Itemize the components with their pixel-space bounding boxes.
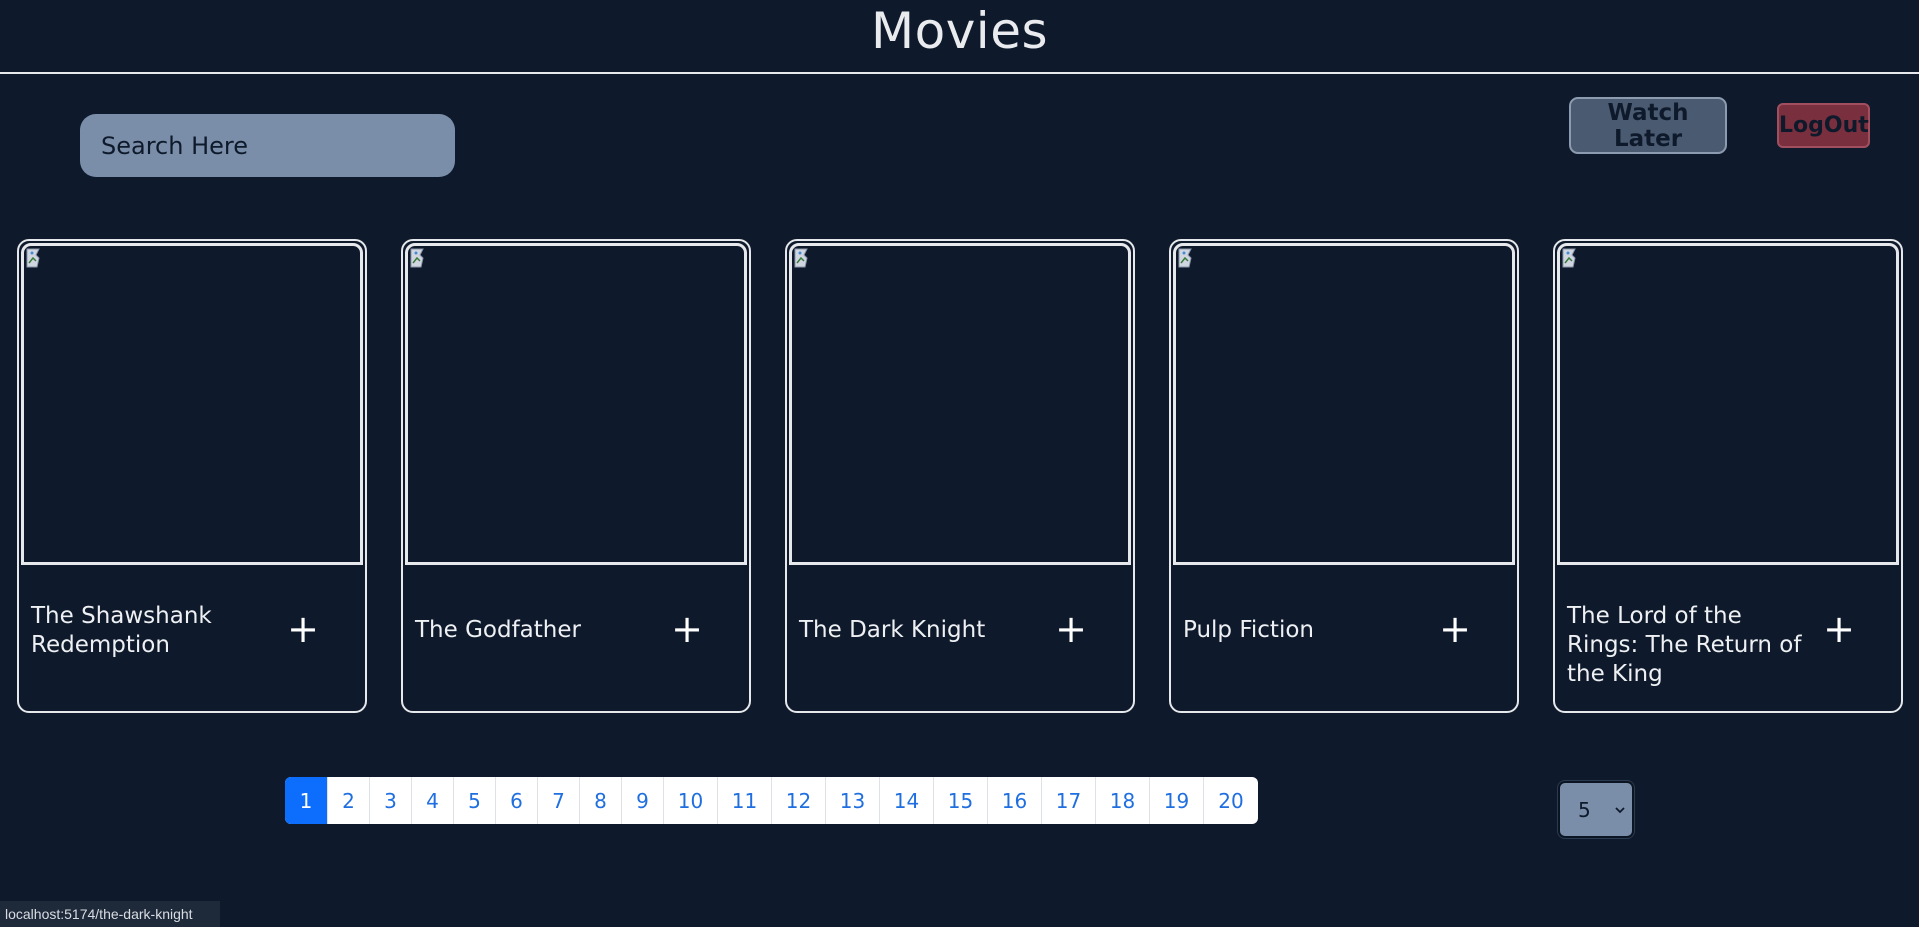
page-link[interactable]: 4 (412, 777, 454, 824)
movie-poster[interactable] (789, 243, 1131, 565)
page-link[interactable]: 1 (285, 777, 328, 824)
broken-image-icon (1178, 248, 1192, 268)
movie-title: The Dark Knight (799, 617, 986, 643)
page-link[interactable]: 5 (454, 777, 496, 824)
broken-image-icon (794, 248, 808, 268)
movie-card[interactable]: The Godfather + (401, 239, 751, 713)
plus-icon[interactable]: + (1437, 610, 1473, 648)
page-title: Movies (870, 2, 1049, 60)
plus-icon[interactable]: + (1053, 610, 1089, 648)
movie-card[interactable]: The Shawshank Redemption + (17, 239, 367, 713)
broken-image-icon (26, 248, 40, 268)
movie-card[interactable]: The Dark Knight + (785, 239, 1135, 713)
page-link[interactable]: 9 (622, 777, 664, 824)
page-link[interactable]: 13 (826, 777, 880, 824)
page-header: Movies (0, 0, 1919, 74)
movie-card[interactable]: The Lord of the Rings: The Return of the… (1553, 239, 1903, 713)
movie-title: The Shawshank Redemption (31, 603, 212, 658)
page-size-select[interactable]: 5 (1558, 781, 1634, 838)
page-link[interactable]: 11 (718, 777, 772, 824)
status-bar-url: localhost:5174/the-dark-knight (0, 901, 220, 927)
page-link[interactable]: 7 (538, 777, 580, 824)
movie-poster[interactable] (21, 243, 363, 565)
page-link[interactable]: 3 (370, 777, 412, 824)
page-link[interactable]: 8 (580, 777, 622, 824)
page-link[interactable]: 17 (1042, 777, 1096, 824)
broken-image-icon (410, 248, 424, 268)
watch-later-button[interactable]: Watch Later (1569, 97, 1727, 154)
page-size-value: 5 (1578, 798, 1591, 822)
movie-title: Pulp Fiction (1183, 617, 1314, 643)
page-link[interactable]: 6 (496, 777, 538, 824)
page-link[interactable]: 15 (934, 777, 988, 824)
movie-poster[interactable] (1173, 243, 1515, 565)
logout-button[interactable]: LogOut (1777, 103, 1870, 148)
movie-title: The Godfather (415, 617, 581, 643)
movie-title: The Lord of the Rings: The Return of the… (1567, 603, 1802, 687)
search-input[interactable] (80, 114, 455, 177)
broken-image-icon (1562, 248, 1576, 268)
page-link[interactable]: 12 (772, 777, 826, 824)
plus-icon[interactable]: + (1821, 610, 1857, 648)
plus-icon[interactable]: + (669, 610, 705, 648)
page-link[interactable]: 18 (1096, 777, 1150, 824)
movie-poster[interactable] (405, 243, 747, 565)
plus-icon[interactable]: + (285, 610, 321, 648)
page-link[interactable]: 2 (328, 777, 370, 824)
page-link[interactable]: 14 (880, 777, 934, 824)
page-link[interactable]: 19 (1150, 777, 1204, 824)
movie-card[interactable]: Pulp Fiction + (1169, 239, 1519, 713)
page-link[interactable]: 20 (1204, 777, 1258, 824)
chevron-down-icon (1615, 807, 1625, 814)
movie-card-grid: The Shawshank Redemption + The Godfather… (0, 239, 1919, 714)
page-link[interactable]: 16 (988, 777, 1042, 824)
page-link[interactable]: 10 (664, 777, 718, 824)
pagination: 1 2 3 4 5 6 7 8 9 10 11 12 13 14 15 16 17 18 19 20 (285, 777, 1258, 824)
movie-poster[interactable] (1557, 243, 1899, 565)
